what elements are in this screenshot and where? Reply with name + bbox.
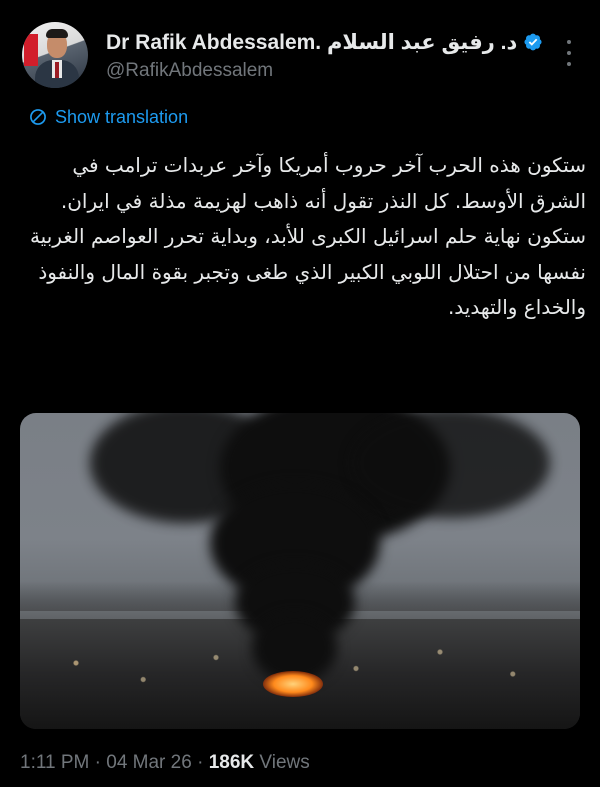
globe-icon (30, 109, 46, 125)
meta-separator: · (197, 752, 204, 773)
avatar[interactable] (22, 22, 88, 88)
more-options-icon[interactable] (564, 40, 574, 66)
author-handle[interactable]: @RafikAbdessalem (106, 60, 273, 82)
tweet-header: Dr Rafik Abdessalem. د. رفيق عبد السلام … (22, 22, 582, 92)
verified-badge-icon (524, 33, 542, 51)
tweet-media-image[interactable] (20, 413, 580, 729)
show-translation-link[interactable]: Show translation (28, 105, 188, 129)
tweet-paragraph: ستكون هذه الحرب آخر حروب أمريكا وآخر عرب… (60, 153, 586, 213)
tweet-time[interactable]: 1:11 PM (20, 752, 89, 773)
show-translation-label: Show translation (55, 106, 189, 127)
author-name-row[interactable]: Dr Rafik Abdessalem. د. رفيق عبد السلام (106, 28, 543, 56)
tweet-meta: 1:11 PM · 04 Mar 26 · 186K Views (20, 752, 310, 774)
meta-separator: · (94, 752, 101, 773)
views-count[interactable]: 186K (209, 752, 254, 773)
views-label: Views (259, 752, 310, 773)
tweet-paragraph: ستكون نهاية حلم اسرائيل الكبرى للأبد، وب… (29, 224, 586, 319)
tweet-date[interactable]: 04 Mar 26 (106, 752, 192, 773)
tweet-text: ستكون هذه الحرب آخر حروب أمريكا وآخر عرب… (20, 148, 586, 326)
author-display-name[interactable]: Dr Rafik Abdessalem. د. رفيق عبد السلام (106, 30, 517, 55)
